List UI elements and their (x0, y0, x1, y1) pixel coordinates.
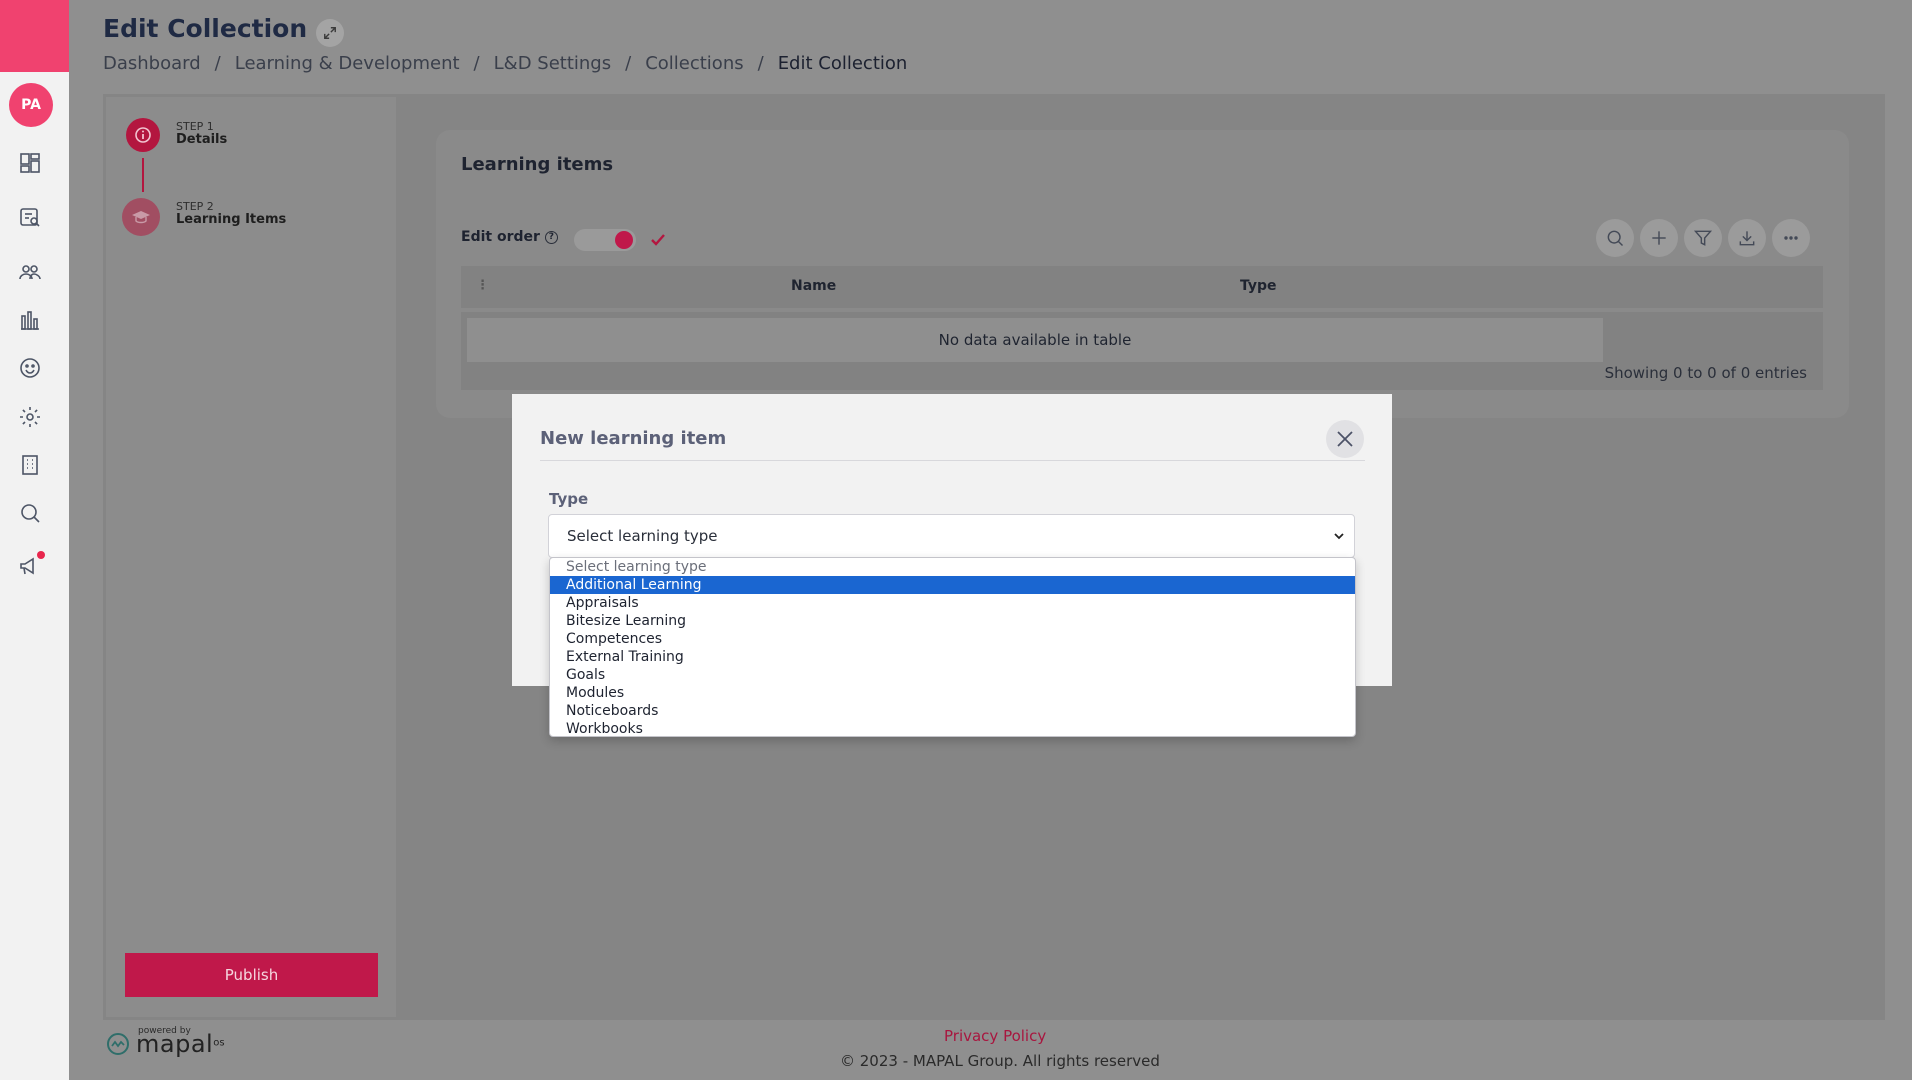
option-appraisals[interactable]: Appraisals (550, 594, 1355, 612)
download-icon (1739, 231, 1755, 246)
check-icon (651, 234, 665, 246)
learning-items-card: Learning items Edit order ? ⋮ Name Type … (436, 130, 1849, 418)
people-icon[interactable] (17, 259, 43, 285)
privacy-policy-link[interactable]: Privacy Policy (944, 1027, 1046, 1045)
edit-order-text: Edit order (461, 229, 540, 245)
option-modules[interactable]: Modules (550, 684, 1355, 702)
building-icon[interactable] (17, 452, 43, 478)
breadcrumb-ld-settings[interactable]: L&D Settings (494, 53, 611, 74)
column-header-name[interactable]: Name (791, 278, 836, 294)
option-goals[interactable]: Goals (550, 666, 1355, 684)
search-icon[interactable] (17, 500, 43, 526)
brand-suffix: os (213, 1037, 225, 1049)
powered-by: powered by (138, 1026, 191, 1036)
more-icon (1784, 236, 1798, 240)
breadcrumb-separator: / (757, 53, 764, 74)
select-value: Select learning type (567, 527, 718, 545)
chevron-down-icon (1334, 533, 1344, 540)
table-header: ⋮ Name Type (461, 266, 1823, 308)
step-name: Learning Items (176, 212, 287, 227)
megaphone-icon[interactable] (17, 551, 45, 579)
dashboard-icon[interactable] (17, 150, 43, 176)
breadcrumb-separator: / (214, 53, 221, 74)
info-icon (126, 118, 160, 152)
option-external-training[interactable]: External Training (550, 648, 1355, 666)
side-nav: PA (0, 0, 69, 1080)
step-name: Details (176, 132, 228, 147)
footer-brand: powered by mapalos (106, 1026, 225, 1058)
edit-order-toggle[interactable] (574, 229, 636, 251)
breadcrumb-collections[interactable]: Collections (645, 53, 743, 74)
modal-divider (540, 460, 1365, 461)
learning-type-options: Select learning type Additional Learning… (549, 557, 1356, 737)
filter-icon (1693, 230, 1713, 246)
settings-icon[interactable] (17, 404, 43, 430)
notification-dot (37, 551, 45, 559)
help-icon[interactable]: ? (544, 230, 558, 244)
search-icon (1607, 230, 1624, 247)
steps-panel: STEP 1 Details STEP 2 Learning Items (106, 97, 396, 1017)
add-button[interactable] (1640, 219, 1678, 257)
brand-text: powered by mapalos (136, 1026, 225, 1058)
reports-icon[interactable] (17, 307, 43, 333)
close-icon (1337, 431, 1353, 447)
publish-button[interactable]: Publish (125, 953, 378, 997)
expand-button[interactable] (316, 19, 344, 47)
smiley-icon[interactable] (17, 355, 43, 381)
option-select-learning-type[interactable]: Select learning type (550, 558, 1355, 576)
breadcrumb: Dashboard / Learning & Development / L&D… (103, 53, 907, 74)
graduation-cap-icon (122, 198, 160, 236)
option-noticeboards[interactable]: Noticeboards (550, 702, 1355, 720)
empty-table-message: No data available in table (467, 318, 1603, 362)
search-document-icon[interactable] (17, 204, 43, 230)
breadcrumb-separator: / (473, 53, 480, 74)
option-workbooks[interactable]: Workbooks (550, 720, 1355, 736)
option-additional-learning[interactable]: Additional Learning (550, 576, 1355, 594)
table-toolbar (1596, 219, 1810, 257)
toggle-knob (615, 231, 633, 249)
step-connector (142, 158, 144, 192)
card-title: Learning items (461, 154, 614, 175)
download-button[interactable] (1728, 219, 1766, 257)
entries-info: Showing 0 to 0 of 0 entries (1604, 364, 1807, 382)
drag-column-header: ⋮ (476, 278, 489, 293)
breadcrumb-dashboard[interactable]: Dashboard (103, 53, 201, 74)
user-avatar[interactable]: PA (9, 83, 53, 127)
mapal-logo-icon (107, 1033, 129, 1055)
search-button[interactable] (1596, 219, 1634, 257)
table-body: No data available in table Showing 0 to … (461, 312, 1823, 390)
plus-icon (1652, 231, 1666, 245)
page-title: Edit Collection (103, 14, 308, 43)
breadcrumb-separator: / (625, 53, 632, 74)
column-header-type[interactable]: Type (1240, 278, 1277, 294)
option-bitesize-learning[interactable]: Bitesize Learning (550, 612, 1355, 630)
option-competences[interactable]: Competences (550, 630, 1355, 648)
copyright: © 2023 - MAPAL Group. All rights reserve… (840, 1052, 1160, 1070)
more-button[interactable] (1772, 219, 1810, 257)
breadcrumb-edit-collection: Edit Collection (777, 53, 908, 74)
learning-type-select[interactable]: Select learning type (548, 514, 1355, 558)
breadcrumb-learning-development[interactable]: Learning & Development (235, 53, 460, 74)
expand-icon (324, 27, 336, 39)
brand-strip (0, 0, 69, 72)
modal-title: New learning item (540, 428, 727, 449)
close-button[interactable] (1326, 420, 1364, 458)
filter-button[interactable] (1684, 219, 1722, 257)
type-label: Type (549, 490, 589, 508)
edit-order-label: Edit order ? (461, 229, 558, 245)
